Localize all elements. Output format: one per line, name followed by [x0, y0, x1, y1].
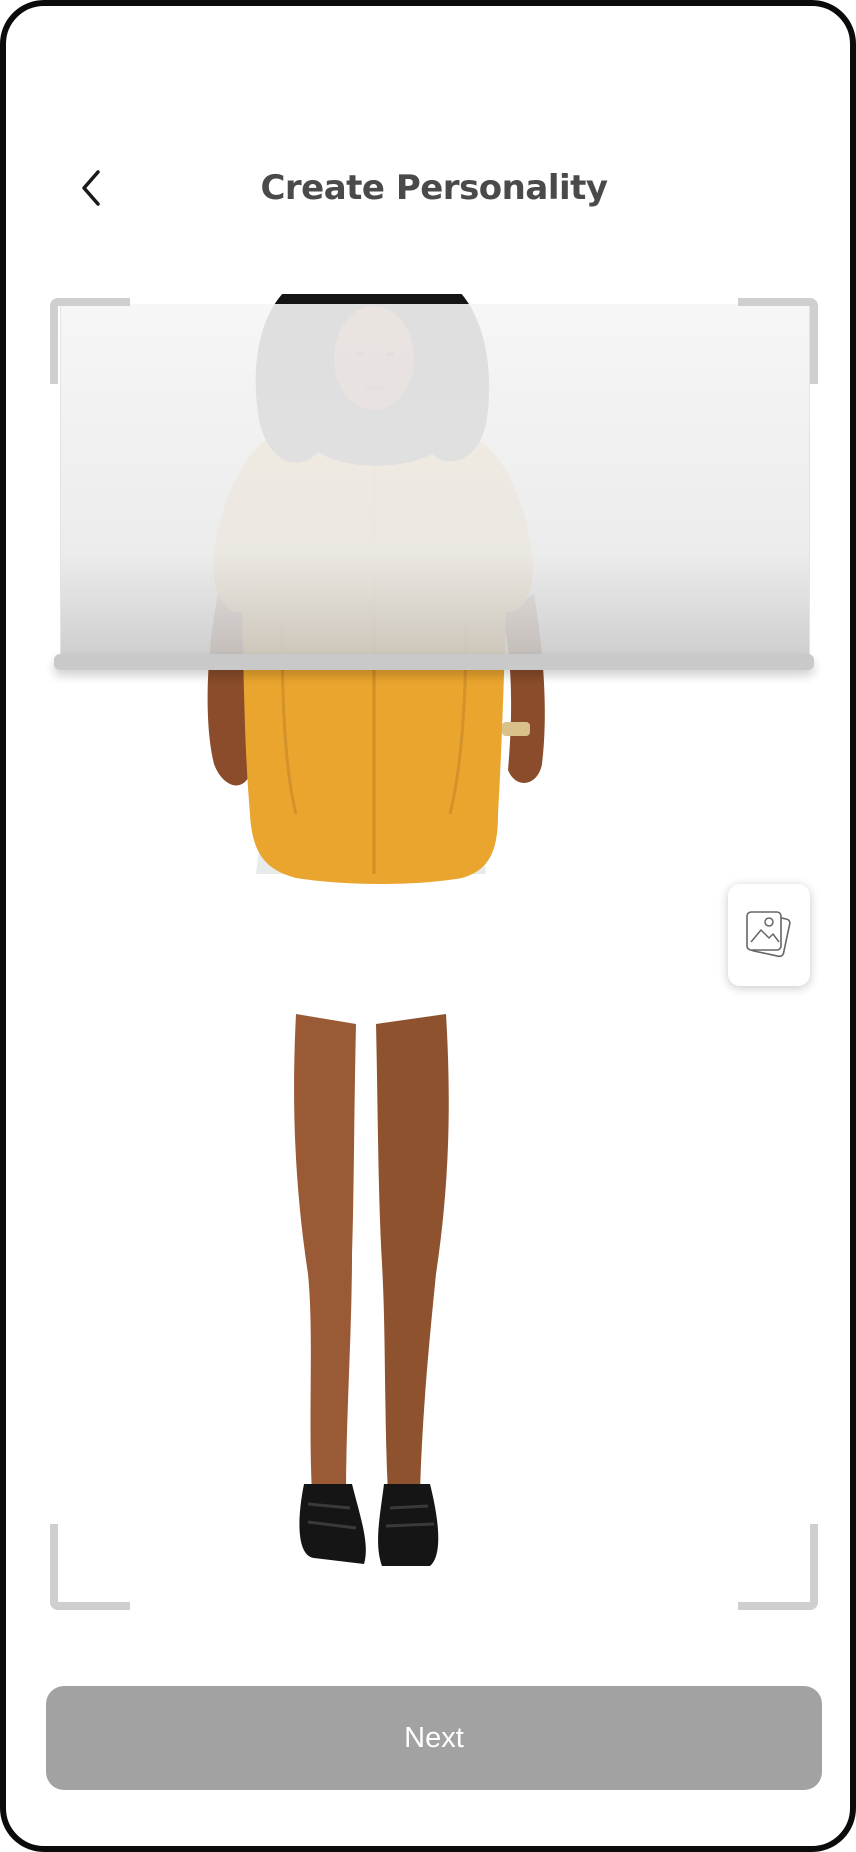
viewfinder-corner-bottom-right: [738, 1524, 818, 1610]
gallery-images-icon: [746, 911, 791, 958]
next-button[interactable]: Next: [46, 1686, 822, 1790]
page-title: Create Personality: [260, 168, 608, 208]
gallery-button[interactable]: [728, 884, 810, 986]
viewfinder-corner-top-right: [738, 298, 818, 384]
phone-frame: Create Personality Next: [0, 0, 856, 1852]
camera-viewfinder: [46, 294, 822, 1614]
viewfinder-corner-bottom-left: [50, 1524, 130, 1610]
viewfinder-corner-top-left: [50, 298, 130, 384]
header: Create Personality: [6, 154, 850, 226]
scan-overlay: [60, 304, 810, 660]
scan-line: [54, 654, 814, 670]
